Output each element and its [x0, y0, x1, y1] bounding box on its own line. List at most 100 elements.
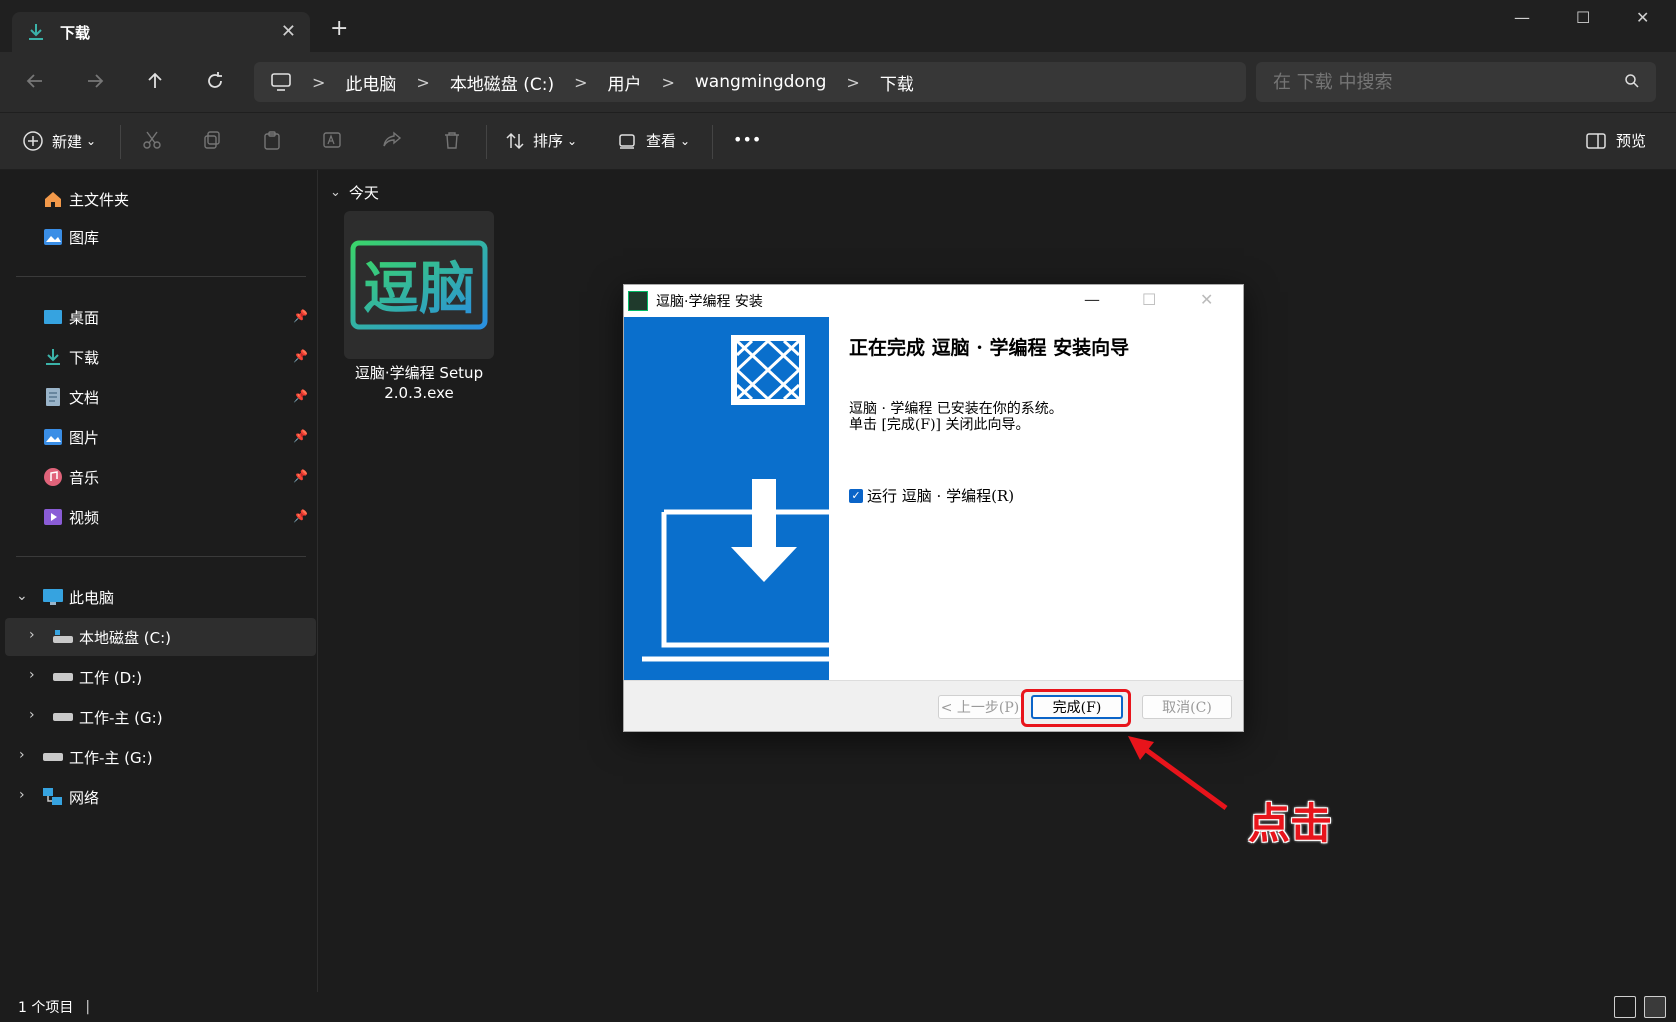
sidebar-item-drive-g-root[interactable]: › 工作-主 (G:) — [0, 738, 316, 776]
tab-downloads[interactable]: 下载 ✕ — [12, 12, 310, 52]
breadcrumb-downloads[interactable]: 下载 — [880, 70, 914, 95]
navigation-pane: 主文件夹 图库 桌面 📌 下载 📌 文档 📌 图片 📌 音乐 📌 视频 📌 ⌄ — [0, 170, 318, 992]
refresh-button[interactable] — [200, 66, 230, 96]
drive-icon — [52, 706, 74, 728]
sidebar-item-label: 下载 — [69, 348, 100, 367]
checkbox-checked-icon[interactable]: ✓ — [849, 488, 863, 503]
new-tab-button[interactable]: + — [330, 16, 348, 41]
sidebar-item-network[interactable]: › 网络 — [0, 778, 316, 816]
up-button[interactable] — [140, 66, 170, 96]
sidebar-item-videos[interactable]: 视频 📌 — [0, 498, 316, 536]
toolbar-divider — [120, 125, 121, 159]
computer-icon — [42, 586, 64, 608]
sidebar-item-desktop[interactable]: 桌面 📌 — [0, 298, 316, 336]
minimize-button[interactable]: — — [1514, 8, 1530, 27]
sidebar-divider — [16, 276, 306, 277]
sidebar-item-label: 工作 (D:) — [79, 668, 143, 687]
status-bar: 1 个项目 | — [0, 992, 1676, 1022]
pin-icon[interactable]: 📌 — [293, 509, 308, 523]
new-button[interactable]: 新建 ⌄ — [22, 130, 96, 152]
file-name-line2: 2.0.3.exe — [384, 384, 454, 402]
pin-icon[interactable]: 📌 — [293, 469, 308, 483]
sidebar-item-label: 视频 — [69, 508, 100, 527]
sidebar-item-music[interactable]: 音乐 📌 — [0, 458, 316, 496]
chevron-down-icon[interactable]: ⌄ — [16, 588, 28, 604]
pin-icon[interactable]: 📌 — [293, 309, 308, 323]
drive-icon — [42, 746, 64, 768]
sidebar-item-drive-g[interactable]: › 工作-主 (G:) — [0, 698, 316, 736]
view-button[interactable]: 查看 ⌄ — [618, 130, 690, 151]
breadcrumb-local-disk[interactable]: 本地磁盘 (C:) — [450, 70, 554, 95]
more-options-button[interactable]: ••• — [733, 130, 761, 149]
sidebar-item-downloads[interactable]: 下载 📌 — [0, 338, 316, 376]
breadcrumb-separator: > — [574, 72, 588, 92]
download-icon — [29, 24, 43, 40]
pin-icon[interactable]: 📌 — [293, 429, 308, 443]
dialog-maximize-button: ☐ — [1142, 290, 1157, 309]
breadcrumb-this-pc[interactable]: 此电脑 — [345, 70, 396, 95]
dialog-title-bar: 逗脑·学编程 安装 — ☐ ✕ — [624, 285, 1243, 317]
gallery-icon — [42, 226, 64, 248]
annotation-arrow-icon — [1128, 736, 1228, 811]
details-view-icon[interactable] — [1614, 996, 1636, 1018]
sidebar-item-drive-d[interactable]: › 工作 (D:) — [0, 658, 316, 696]
delete-button[interactable] — [442, 130, 462, 150]
pin-icon[interactable]: 📌 — [293, 389, 308, 403]
tab-close-icon[interactable]: ✕ — [281, 21, 296, 42]
installer-banner-graphic — [642, 335, 829, 662]
group-header-today[interactable]: ⌄ 今天 — [330, 182, 379, 203]
scissors-icon — [143, 131, 161, 149]
status-separator: | — [85, 999, 91, 1015]
search-box[interactable] — [1256, 62, 1656, 102]
copy-button[interactable] — [202, 130, 222, 150]
sidebar-item-pictures[interactable]: 图片 📌 — [0, 418, 316, 456]
address-bar[interactable]: > 此电脑 > 本地磁盘 (C:) > 用户 > wangmingdong > … — [254, 62, 1246, 102]
sidebar-item-this-pc[interactable]: ⌄ 此电脑 — [0, 578, 316, 616]
share-button[interactable] — [382, 130, 402, 150]
search-icon — [1625, 74, 1639, 88]
dialog-minimize-button[interactable]: — — [1084, 290, 1100, 309]
maximize-button[interactable]: ☐ — [1576, 8, 1590, 27]
breadcrumb-users[interactable]: 用户 — [608, 70, 642, 95]
chevron-right-icon[interactable]: › — [29, 667, 35, 683]
sidebar-item-documents[interactable]: 文档 📌 — [0, 378, 316, 416]
cut-button[interactable] — [142, 130, 162, 150]
back-button[interactable] — [20, 66, 50, 96]
dialog-title: 逗脑·学编程 安装 — [656, 294, 763, 310]
rename-button[interactable] — [322, 130, 342, 150]
sidebar-item-label: 此电脑 — [69, 588, 115, 607]
sidebar-item-home[interactable]: 主文件夹 — [0, 180, 316, 218]
view-label: 查看 — [646, 132, 677, 150]
sidebar-item-label: 本地磁盘 (C:) — [79, 628, 171, 647]
close-button[interactable]: ✕ — [1636, 8, 1649, 27]
pin-icon[interactable]: 📌 — [293, 349, 308, 363]
chevron-right-icon[interactable]: › — [29, 627, 35, 643]
copy-icon — [204, 131, 220, 149]
sort-button[interactable]: 排序 ⌄ — [505, 130, 577, 151]
pictures-icon — [42, 426, 64, 448]
dialog-close-button[interactable]: ✕ — [1200, 290, 1213, 309]
sidebar-item-label: 桌面 — [69, 308, 100, 327]
file-item-installer[interactable]: 逗脑 逗脑·学编程 Setup 2.0.3.exe — [344, 211, 494, 403]
address-row: > 此电脑 > 本地磁盘 (C:) > 用户 > wangmingdong > … — [0, 52, 1676, 112]
breadcrumb-user[interactable]: wangmingdong — [695, 72, 827, 92]
run-app-checkbox[interactable]: ✓ 运行 逗脑 · 学编程(R) — [849, 485, 1014, 506]
chevron-right-icon[interactable]: › — [19, 747, 25, 763]
chevron-right-icon[interactable]: › — [19, 787, 25, 803]
title-bar: 下载 ✕ + — ☐ ✕ — [0, 0, 1676, 52]
installer-content: 正在完成 逗脑 · 学编程 安装向导 逗脑 · 学编程 已安装在你的系统。 单击… — [829, 317, 1243, 680]
paste-button[interactable] — [262, 130, 282, 150]
sidebar-item-drive-c[interactable]: › 本地磁盘 (C:) — [5, 618, 316, 656]
sidebar-item-gallery[interactable]: 图库 — [0, 218, 316, 256]
dialog-heading: 正在完成 逗脑 · 学编程 安装向导 — [849, 337, 1130, 359]
search-input[interactable] — [1273, 71, 1603, 93]
cancel-button[interactable]: 取消(C) — [1142, 695, 1232, 719]
app-logo-thumbnail: 逗脑 — [344, 211, 494, 359]
desktop-icon — [42, 306, 64, 328]
file-name: 逗脑·学编程 Setup 2.0.3.exe — [344, 363, 494, 403]
chevron-right-icon[interactable]: › — [29, 707, 35, 723]
network-icon — [42, 786, 64, 808]
forward-button[interactable] — [80, 66, 110, 96]
large-icons-view-icon[interactable] — [1644, 996, 1666, 1018]
preview-button[interactable]: 预览 — [1586, 130, 1646, 151]
